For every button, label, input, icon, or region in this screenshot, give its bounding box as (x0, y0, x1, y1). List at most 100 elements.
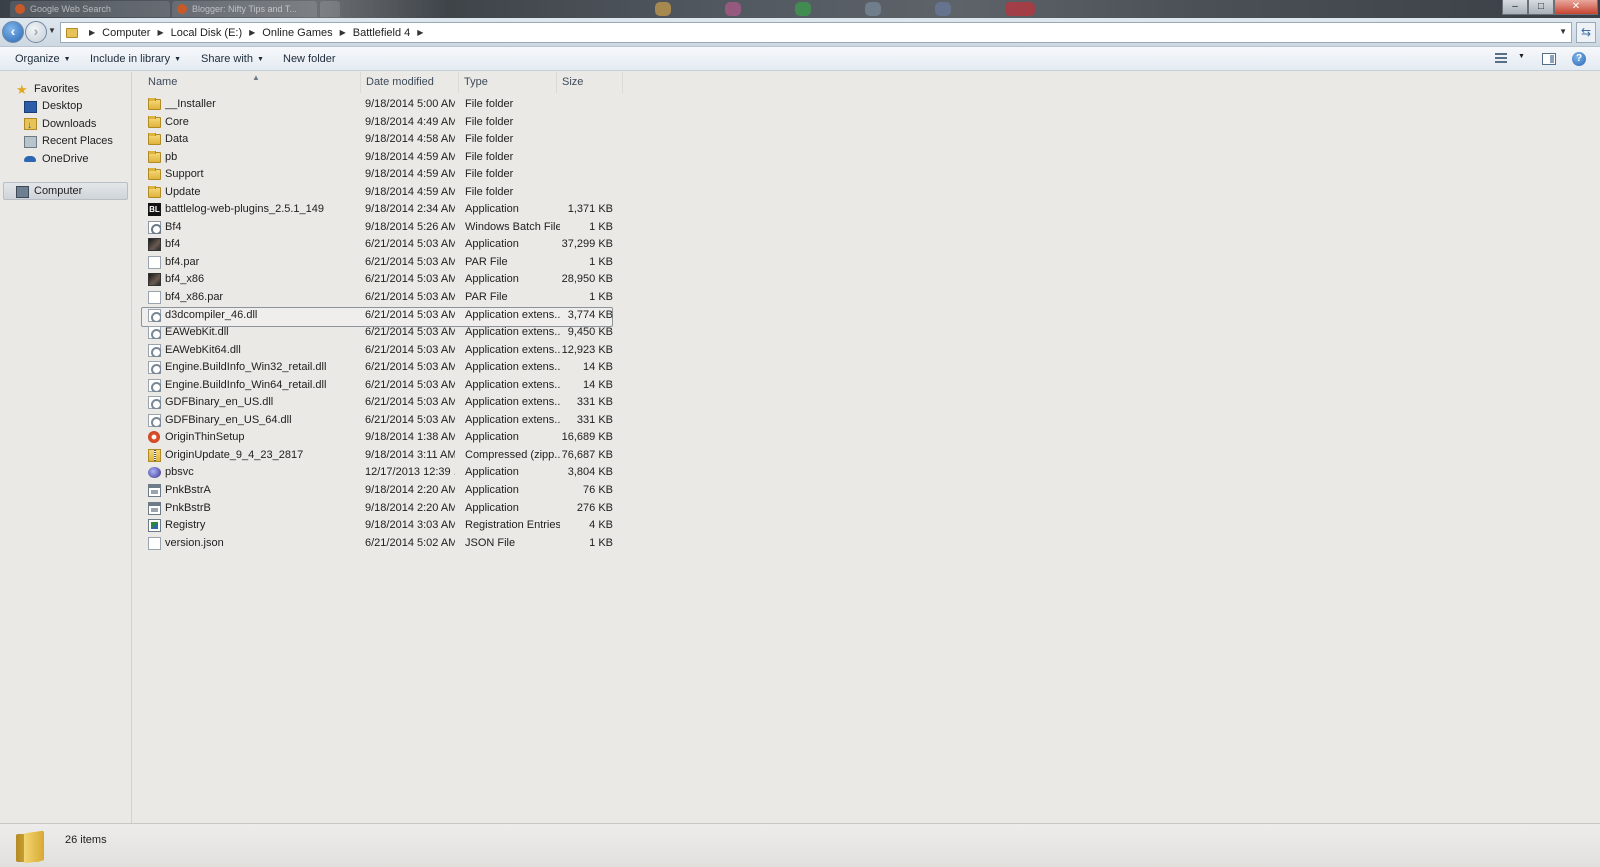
zip-icon (148, 448, 161, 462)
navigation-pane: ★ Favorites Desktop Downloads Recent Pla… (0, 72, 132, 823)
file-row[interactable]: PnkBstrA 9/18/2014 2:20 AM Application 76 K… (133, 482, 613, 500)
maximize-button[interactable]: □ (1528, 0, 1554, 15)
file-name: bf4_x86 (165, 273, 205, 286)
file-date-modified: 9/18/2014 2:34 AM (365, 203, 455, 216)
taskbar-app-icon[interactable] (1005, 2, 1035, 16)
file-row[interactable]: Update 9/18/2014 4:59 AM File folder (133, 184, 613, 202)
include-in-library-button[interactable]: Include in library ▼ (90, 47, 181, 71)
folder-icon (148, 115, 161, 128)
column-header-date-modified[interactable]: Date modified (361, 72, 459, 93)
view-options-dropdown[interactable]: ▼ (1518, 53, 1525, 69)
sidebar-item-onedrive[interactable]: OneDrive (24, 151, 88, 168)
back-button[interactable]: ‹ (2, 21, 24, 43)
file-icon-cell (148, 361, 161, 375)
chevron-right-icon[interactable]: ▶ (89, 28, 95, 37)
file-name: battlelog-web-plugins_2.5.1_149 (165, 203, 325, 216)
file-row[interactable]: EAWebKit.dll 6/21/2014 5:03 AM Application… (133, 324, 613, 342)
file-row[interactable]: GDFBinary_en_US.dll 6/21/2014 5:03 AM Appl… (133, 394, 613, 412)
star-icon: ★ (16, 81, 28, 97)
preview-pane-icon[interactable] (1542, 53, 1556, 65)
dll-icon (148, 413, 161, 427)
dll-icon (148, 396, 161, 410)
file-row[interactable]: bf4.par 6/21/2014 5:03 AM PAR File 1 KB (133, 254, 613, 272)
file-type: Application extens... (465, 308, 560, 321)
taskbar-app-icon[interactable] (795, 2, 811, 16)
taskbar-app-icon[interactable] (935, 2, 951, 16)
file-type: File folder (465, 133, 514, 146)
sidebar-item-desktop[interactable]: Desktop (24, 98, 82, 115)
file-row[interactable]: EAWebKit64.dll 6/21/2014 5:03 AM Applicati… (133, 342, 613, 360)
file-name: Core (165, 115, 189, 128)
taskbar-app-icon[interactable] (865, 2, 881, 16)
taskbar-tab-2[interactable]: Blogger: Nifty Tips and T... (172, 1, 317, 17)
file-row[interactable]: Support 9/18/2014 4:59 AM File folder (133, 166, 613, 184)
file-row[interactable]: PnkBstrB 9/18/2014 2:20 AM Application 276 … (133, 500, 613, 518)
address-history-dropdown[interactable]: ▼ (1559, 27, 1567, 36)
file-row[interactable]: pbsvc 12/17/2013 12:39 ... Application 3,80… (133, 464, 613, 482)
file-type: File folder (465, 185, 514, 198)
address-bar[interactable]: ▶ Computer ▶ Local Disk (E:) ▶ Online Ga… (60, 22, 1572, 43)
file-size: 14 KB (583, 361, 613, 374)
file-type: Compressed (zipp... (465, 448, 560, 461)
taskbar-tab-1[interactable]: Google Web Search (10, 1, 170, 17)
game-app-icon (148, 238, 161, 252)
help-icon[interactable]: ? (1572, 52, 1586, 66)
file-row[interactable]: OriginThinSetup 9/18/2014 1:38 AM Applicat… (133, 429, 613, 447)
breadcrumb-computer[interactable]: Computer (102, 27, 150, 39)
file-row[interactable]: bf4_x86.par 6/21/2014 5:03 AM PAR File 1 KB (133, 289, 613, 307)
file-row[interactable]: Data 9/18/2014 4:58 AM File folder (133, 131, 613, 149)
taskbar-app-icon[interactable] (655, 2, 671, 16)
file-row[interactable]: bf4_x86 6/21/2014 5:03 AM Application 28,95… (133, 271, 613, 289)
file-row[interactable]: Bf4 9/18/2014 5:26 AM Windows Batch File 1 … (133, 219, 613, 237)
chevron-right-icon[interactable]: ▶ (417, 28, 423, 37)
file-row[interactable]: Registry 9/18/2014 3:03 AM Registration En… (133, 517, 613, 535)
file-type: File folder (465, 168, 514, 181)
file-name: GDFBinary_en_US_64.dll (165, 413, 292, 426)
taskbar-app-icon[interactable] (725, 2, 741, 16)
breadcrumb-online-games[interactable]: Online Games (262, 27, 332, 39)
change-view-icon[interactable] (1495, 51, 1509, 67)
file-row[interactable]: d3dcompiler_46.dll 6/21/2014 5:03 AM Appli… (133, 306, 613, 327)
breadcrumb-local-disk[interactable]: Local Disk (E:) (171, 27, 243, 39)
file-date-modified: 6/21/2014 5:03 AM (365, 238, 455, 251)
chevron-right-icon[interactable]: ▶ (157, 28, 163, 37)
forward-button[interactable]: › (25, 21, 47, 43)
file-row[interactable]: GDFBinary_en_US_64.dll 6/21/2014 5:03 AM A… (133, 412, 613, 430)
recent-pages-dropdown[interactable]: ▼ (48, 26, 56, 35)
file-row[interactable]: Core 9/18/2014 4:49 AM File folder (133, 114, 613, 132)
new-folder-button[interactable]: New folder (283, 47, 336, 71)
file-size: 16,689 KB (561, 431, 613, 444)
taskbar-tab-label: Blogger: Nifty Tips and T... (192, 4, 297, 14)
desktop-icon (24, 100, 37, 113)
column-header-size[interactable]: Size (557, 72, 623, 93)
refresh-button[interactable]: ⇆ (1576, 22, 1596, 43)
file-row[interactable]: BL battlelog-web-plugins_2.5.1_149 9/18/20… (133, 201, 613, 219)
column-header-type[interactable]: Type (459, 72, 557, 93)
column-header-name[interactable]: ▲ Name (143, 72, 361, 93)
sidebar-item-computer[interactable]: Computer (16, 183, 82, 200)
include-in-library-label: Include in library (90, 53, 171, 65)
sidebar-item-downloads[interactable]: Downloads (24, 116, 96, 134)
blogger-icon (177, 4, 187, 14)
chevron-right-icon[interactable]: ▶ (249, 28, 255, 37)
file-row[interactable]: pb 9/18/2014 4:59 AM File folder (133, 149, 613, 167)
sidebar-item-favorites[interactable]: ★ Favorites (16, 81, 79, 98)
file-row[interactable]: Engine.BuildInfo_Win64_retail.dll 6/21/20… (133, 377, 613, 395)
file-row[interactable]: Engine.BuildInfo_Win32_retail.dll 6/21/20… (133, 359, 613, 377)
organize-button[interactable]: Organize ▼ (15, 47, 71, 71)
file-row[interactable]: version.json 6/21/2014 5:02 AM JSON File 1 … (133, 535, 613, 553)
chevron-right-icon[interactable]: ▶ (340, 28, 346, 37)
sidebar-item-recent-places[interactable]: Recent Places (24, 133, 113, 150)
minimize-button[interactable]: – (1502, 0, 1528, 15)
file-row[interactable]: bf4 6/21/2014 5:03 AM Application 37,299 KB (133, 236, 613, 254)
file-icon-cell (148, 150, 161, 164)
breadcrumb-battlefield-4[interactable]: Battlefield 4 (353, 27, 410, 39)
address-row: ‹ › ▼ ▶ Computer ▶ Local Disk (E:) ▶ Onl… (0, 18, 1600, 47)
file-icon-cell (148, 185, 161, 199)
taskbar-tab-3[interactable] (320, 1, 340, 17)
file-date-modified: 9/18/2014 4:58 AM (365, 133, 455, 146)
file-row[interactable]: __Installer 9/18/2014 5:00 AM File folder (133, 96, 613, 114)
file-icon-cell (148, 396, 161, 410)
file-row[interactable]: OriginUpdate_9_4_23_2817 9/18/2014 3:11 A… (133, 447, 613, 465)
close-button[interactable]: ✕ (1554, 0, 1598, 15)
